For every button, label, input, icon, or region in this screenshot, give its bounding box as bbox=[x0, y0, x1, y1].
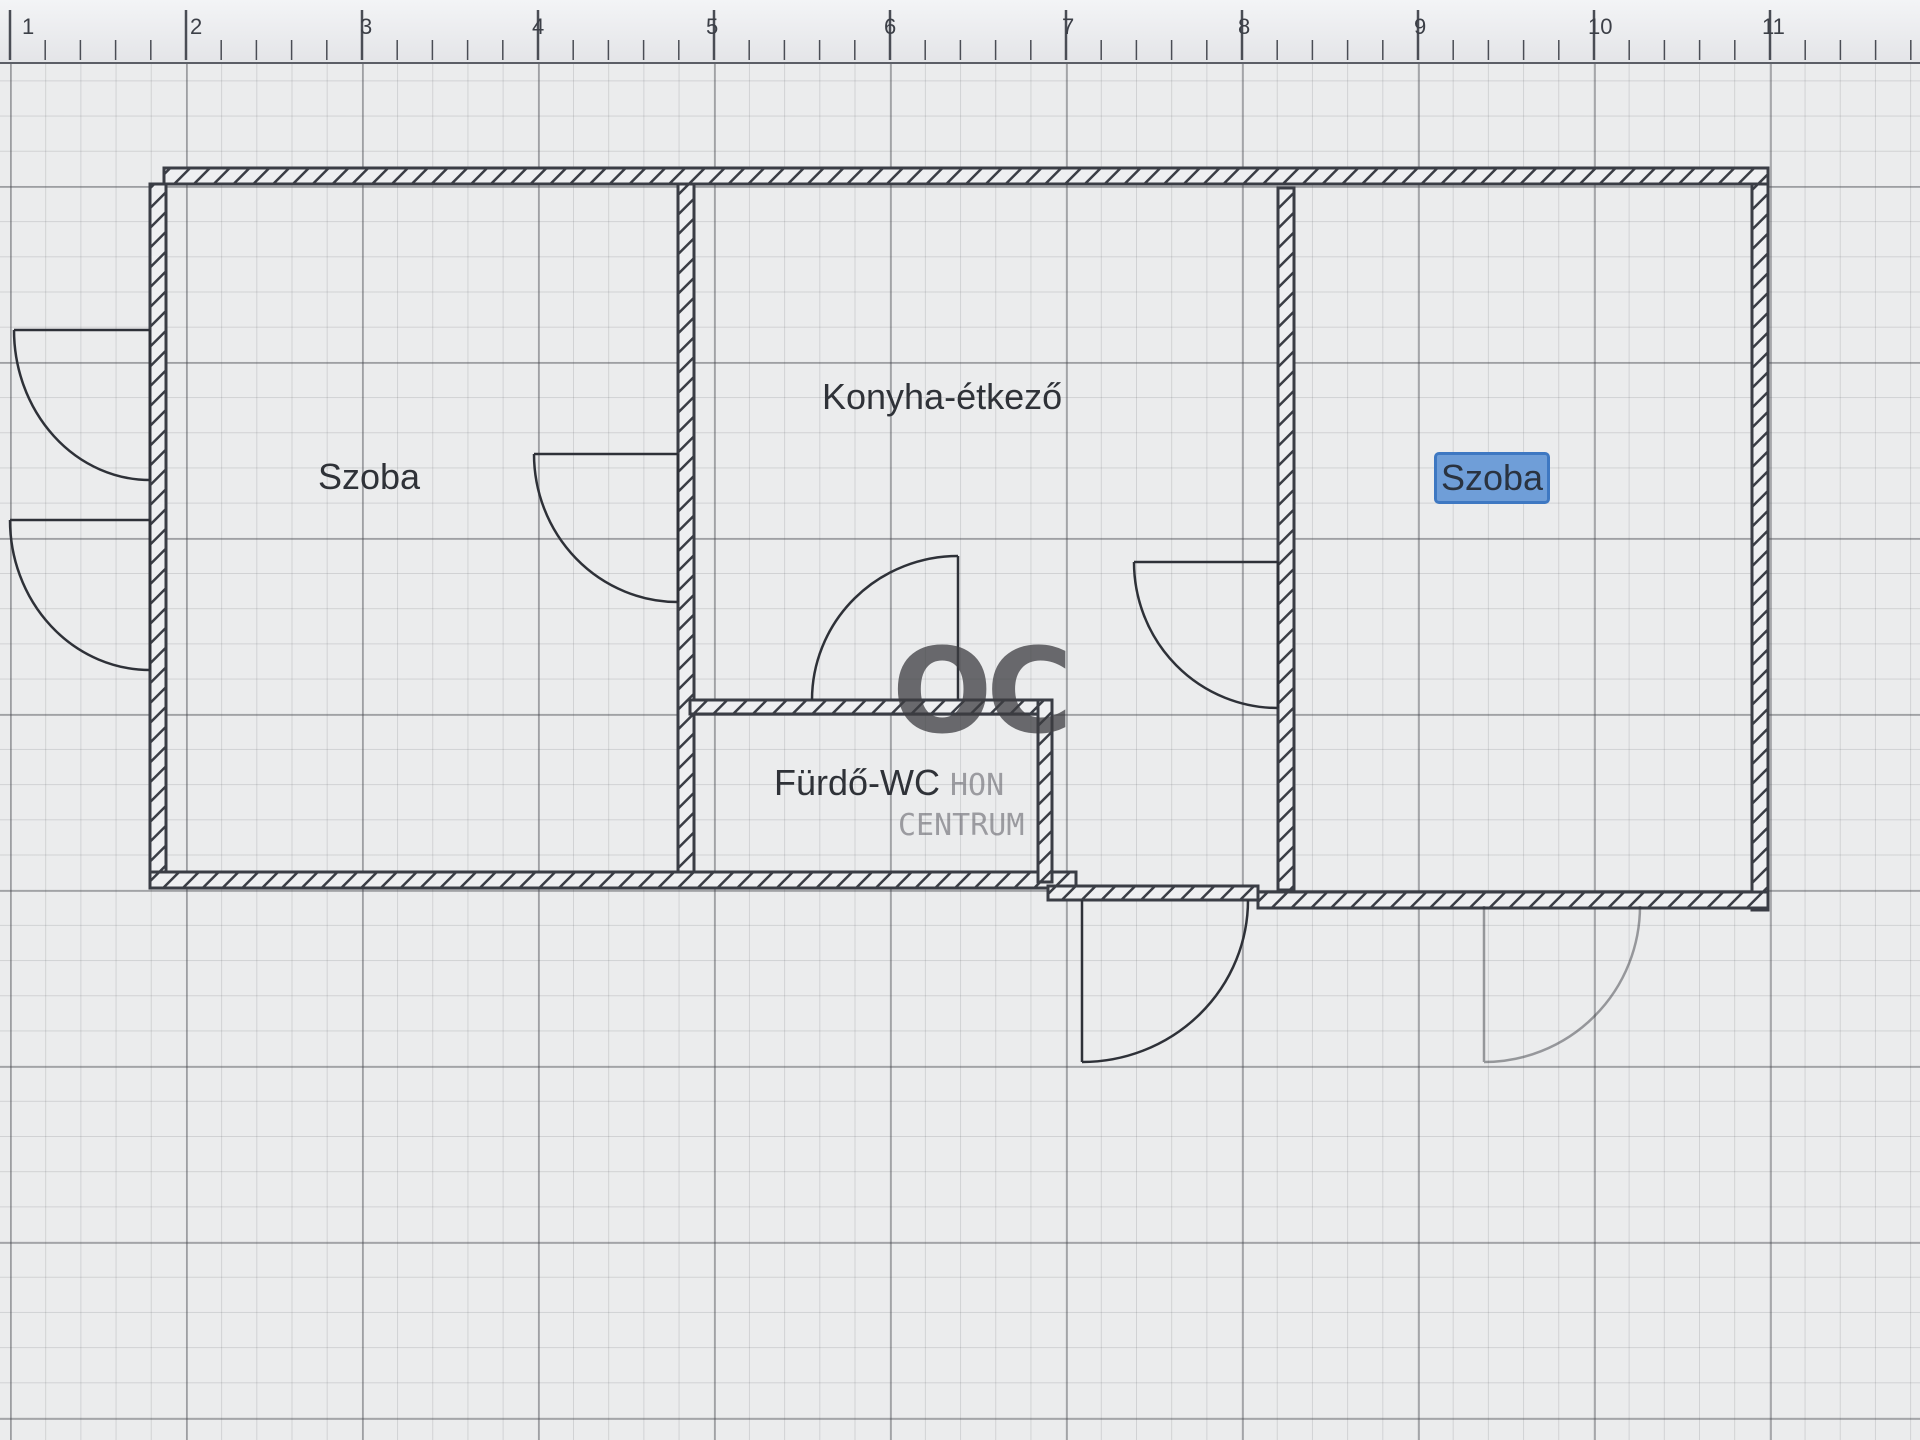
door-swing-icon bbox=[1132, 560, 1280, 710]
door-swing-icon bbox=[1482, 905, 1642, 1064]
door-swing-icon bbox=[532, 452, 680, 604]
door-swing-icon bbox=[1080, 899, 1250, 1064]
wall-bottom-right bbox=[1256, 890, 1770, 910]
room-label-kitchen[interactable]: Konyha-étkező bbox=[822, 376, 1062, 418]
doors bbox=[8, 328, 1642, 1064]
room-label-right[interactable]: Szoba bbox=[1434, 452, 1551, 504]
door-swing-icon bbox=[8, 518, 152, 672]
room-label-bath[interactable]: Fürdő-WC bbox=[774, 762, 940, 804]
watermark-logo: OC HON CENTRUM bbox=[880, 592, 1073, 852]
wall-right-room-left bbox=[1276, 186, 1296, 892]
wall-kitchen-left bbox=[676, 182, 696, 874]
wall-bottom-left bbox=[148, 870, 1078, 890]
watermark-line2: CENTRUM bbox=[898, 808, 1025, 843]
room-label-left[interactable]: Szoba bbox=[318, 456, 420, 498]
door-swing-icon bbox=[12, 328, 152, 482]
wall-bottom-mid bbox=[1046, 884, 1260, 902]
wall-right bbox=[1750, 182, 1770, 912]
watermark-letters: OC bbox=[892, 622, 1073, 760]
watermark-line1: HON bbox=[950, 768, 1005, 803]
wall-top bbox=[162, 166, 1770, 186]
wall-left bbox=[148, 182, 168, 888]
